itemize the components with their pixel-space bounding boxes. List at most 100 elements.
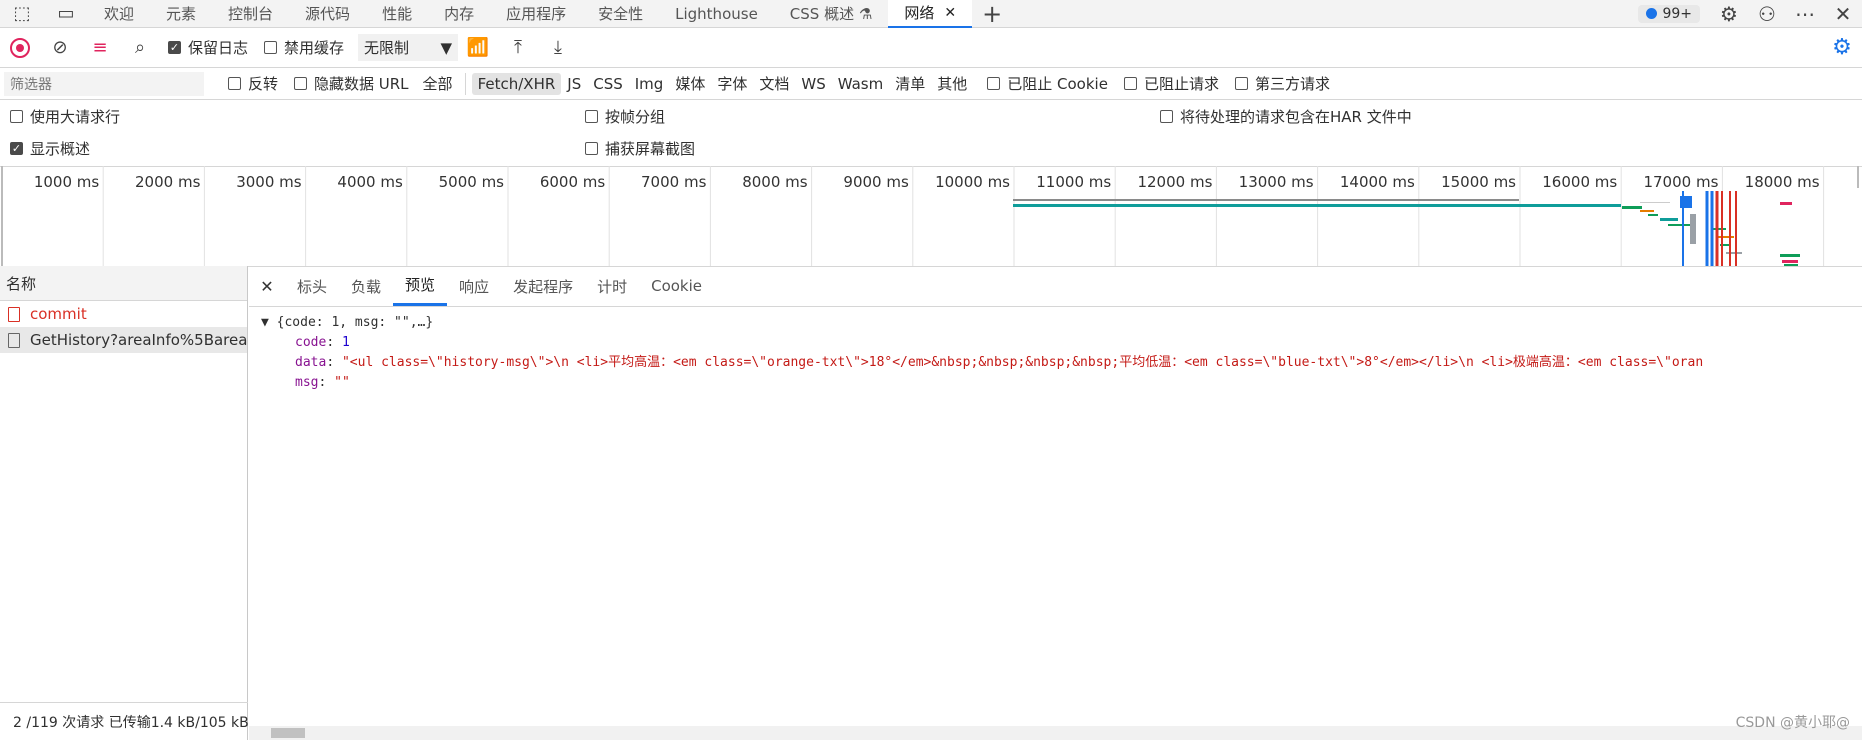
json-summary: {code: 1, msg: "",…} xyxy=(276,315,434,330)
export-har-button[interactable]: ⤓ xyxy=(538,37,578,58)
name-column-header[interactable]: 名称 xyxy=(0,266,247,301)
list-item[interactable]: commit xyxy=(0,301,247,327)
tick-label: 1000 ms xyxy=(34,173,100,191)
disable-cache-checkbox[interactable]: 禁用缓存 xyxy=(264,37,344,58)
group-by-frame-checkbox[interactable]: 按帧分组 xyxy=(585,106,665,127)
filter-type-img[interactable]: Img xyxy=(629,73,670,95)
add-tab-icon[interactable]: + xyxy=(972,0,1012,28)
tab-preview[interactable]: 预览 xyxy=(393,266,448,306)
request-bar xyxy=(1780,254,1800,257)
tab-response[interactable]: 响应 xyxy=(447,266,501,306)
throttle-select[interactable]: 无限制 ▼ xyxy=(358,34,459,61)
network-toolbar: ⊘ ≡ ⌕ ✓ 保留日志 禁用缓存 无限制 ▼ 📶 ⤒ ⤓ ⚙ xyxy=(0,28,1862,68)
request-bar xyxy=(1712,228,1726,230)
filter-type-fetch-xhr[interactable]: Fetch/XHR xyxy=(471,72,562,95)
tick-label: 5000 ms xyxy=(439,173,505,191)
request-name: commit xyxy=(30,305,87,323)
tab-headers[interactable]: 标头 xyxy=(285,266,339,306)
search-button[interactable]: ⌕ xyxy=(120,37,160,58)
tab-performance[interactable]: 性能 xyxy=(366,0,428,28)
tick-label: 6000 ms xyxy=(540,173,606,191)
show-overview-checkbox[interactable]: ✓ 显示概述 xyxy=(10,138,90,159)
har-pending-checkbox[interactable]: 将待处理的请求包含在HAR 文件中 xyxy=(1160,106,1412,127)
invert-checkbox[interactable]: 反转 xyxy=(228,73,278,94)
capture-screenshots-label: 捕获屏幕截图 xyxy=(605,140,696,158)
third-party-checkbox[interactable]: 第三方请求 xyxy=(1234,73,1330,94)
request-bar xyxy=(1782,260,1798,263)
checkbox-icon xyxy=(1234,77,1248,90)
device-toolbar-icon[interactable]: ▭ xyxy=(44,3,88,24)
tab-cookies[interactable]: Cookie xyxy=(639,266,714,306)
filter-type-wasm[interactable]: Wasm xyxy=(832,73,890,95)
filter-type-js[interactable]: JS xyxy=(561,73,587,95)
scrollbar-thumb[interactable] xyxy=(271,728,305,738)
blocked-requests-label: 已阻止请求 xyxy=(1143,75,1219,93)
overview-timeline: 1000 ms 2000 ms 3000 ms 4000 ms 5000 ms 6000 … xyxy=(1,166,1859,266)
preserve-log-label: 保留日志 xyxy=(188,39,249,57)
clear-button[interactable]: ⊘ xyxy=(40,37,80,58)
import-har-button[interactable]: ⤒ xyxy=(498,37,538,58)
tab-memory[interactable]: 内存 xyxy=(428,0,490,28)
tab-lighthouse[interactable]: Lighthouse xyxy=(659,0,774,28)
gear-icon[interactable]: ⚙ xyxy=(1710,2,1748,26)
tab-network[interactable]: 网络 ✕ xyxy=(888,0,973,28)
tab-application[interactable]: 应用程序 xyxy=(490,0,582,28)
filter-type-media[interactable]: 媒体 xyxy=(669,71,711,96)
request-bar xyxy=(1726,252,1742,254)
filter-type-other[interactable]: 其他 xyxy=(931,71,973,96)
tab-css-overview[interactable]: CSS 概述 ⚗ xyxy=(774,0,889,28)
tab-welcome[interactable]: 欢迎 xyxy=(88,0,150,28)
more-icon[interactable]: ⋯ xyxy=(1786,2,1824,26)
filter-type-all[interactable]: 全部 xyxy=(417,71,459,96)
blocked-cookies-checkbox[interactable]: 已阻止 Cookie xyxy=(987,73,1108,94)
capture-screenshots-checkbox[interactable]: 捕获屏幕截图 xyxy=(585,138,695,159)
tick-label: 11000 ms xyxy=(1036,173,1111,191)
large-rows-checkbox[interactable]: 使用大请求行 xyxy=(10,106,120,127)
close-icon[interactable]: ✕ xyxy=(944,5,956,21)
blocked-cookies-label: 已阻止 Cookie xyxy=(1007,75,1108,93)
triangle-down-icon: ▼ xyxy=(261,315,269,330)
horizontal-scrollbar[interactable] xyxy=(249,726,1862,740)
request-bar xyxy=(1648,214,1658,216)
close-icon[interactable]: ✕ xyxy=(249,277,285,296)
file-icon xyxy=(8,332,20,348)
json-root-row[interactable]: ▼ {code: 1, msg: "",…} xyxy=(249,313,1862,333)
detail-tabs: ✕ 标头 负载 预览 响应 发起程序 计时 Cookie xyxy=(249,266,1862,307)
issues-badge[interactable]: 99+ xyxy=(1638,4,1700,23)
filter-type-manifest[interactable]: 清单 xyxy=(889,71,931,96)
network-conditions-button[interactable]: 📶 xyxy=(458,37,498,58)
tab-security[interactable]: 安全性 xyxy=(582,0,659,28)
tick-label: 8000 ms xyxy=(742,173,808,191)
customize-icon[interactable]: ⚇ xyxy=(1748,2,1786,26)
filter-type-css[interactable]: CSS xyxy=(587,73,629,95)
filter-button[interactable]: ≡ xyxy=(80,37,120,58)
tab-initiator[interactable]: 发起程序 xyxy=(501,266,585,306)
tab-elements[interactable]: 元素 xyxy=(150,0,212,28)
filter-type-doc[interactable]: 文档 xyxy=(753,71,795,96)
network-settings-gear-icon[interactable]: ⚙ xyxy=(1822,35,1862,60)
tab-sources[interactable]: 源代码 xyxy=(289,0,366,28)
preserve-log-checkbox[interactable]: ✓ 保留日志 xyxy=(168,37,248,58)
hide-data-url-checkbox[interactable]: 隐藏数据 URL xyxy=(294,73,409,94)
filter-type-font[interactable]: 字体 xyxy=(711,71,753,96)
tab-payload[interactable]: 负载 xyxy=(339,266,393,306)
invert-label: 反转 xyxy=(248,75,279,93)
request-bar xyxy=(1780,202,1792,205)
har-pending-label: 将待处理的请求包含在HAR 文件中 xyxy=(1180,108,1412,126)
record-button[interactable] xyxy=(0,37,40,58)
tick-label: 12000 ms xyxy=(1137,173,1212,191)
blocked-requests-checkbox[interactable]: 已阻止请求 xyxy=(1123,73,1219,94)
list-item[interactable]: GetHistory?areaInfo%5BareaId... xyxy=(0,327,247,353)
network-overview[interactable]: 1000 ms 2000 ms 3000 ms 4000 ms 5000 ms 6000 … xyxy=(0,166,1862,267)
filter-type-ws[interactable]: WS xyxy=(795,73,831,95)
request-list: 名称 commit GetHistory?areaInfo%5BareaId..… xyxy=(0,266,248,740)
close-devtools-icon[interactable]: ✕ xyxy=(1824,2,1862,26)
inspect-element-icon[interactable]: ⬚ xyxy=(0,3,44,24)
json-value: "" xyxy=(334,375,350,390)
caret-down-icon: ▼ xyxy=(440,38,453,57)
checkbox-icon xyxy=(585,110,598,123)
request-bar xyxy=(1690,214,1696,244)
tab-console[interactable]: 控制台 xyxy=(212,0,289,28)
tab-timing[interactable]: 计时 xyxy=(585,266,639,306)
filter-input[interactable]: 筛选器 xyxy=(4,71,204,96)
